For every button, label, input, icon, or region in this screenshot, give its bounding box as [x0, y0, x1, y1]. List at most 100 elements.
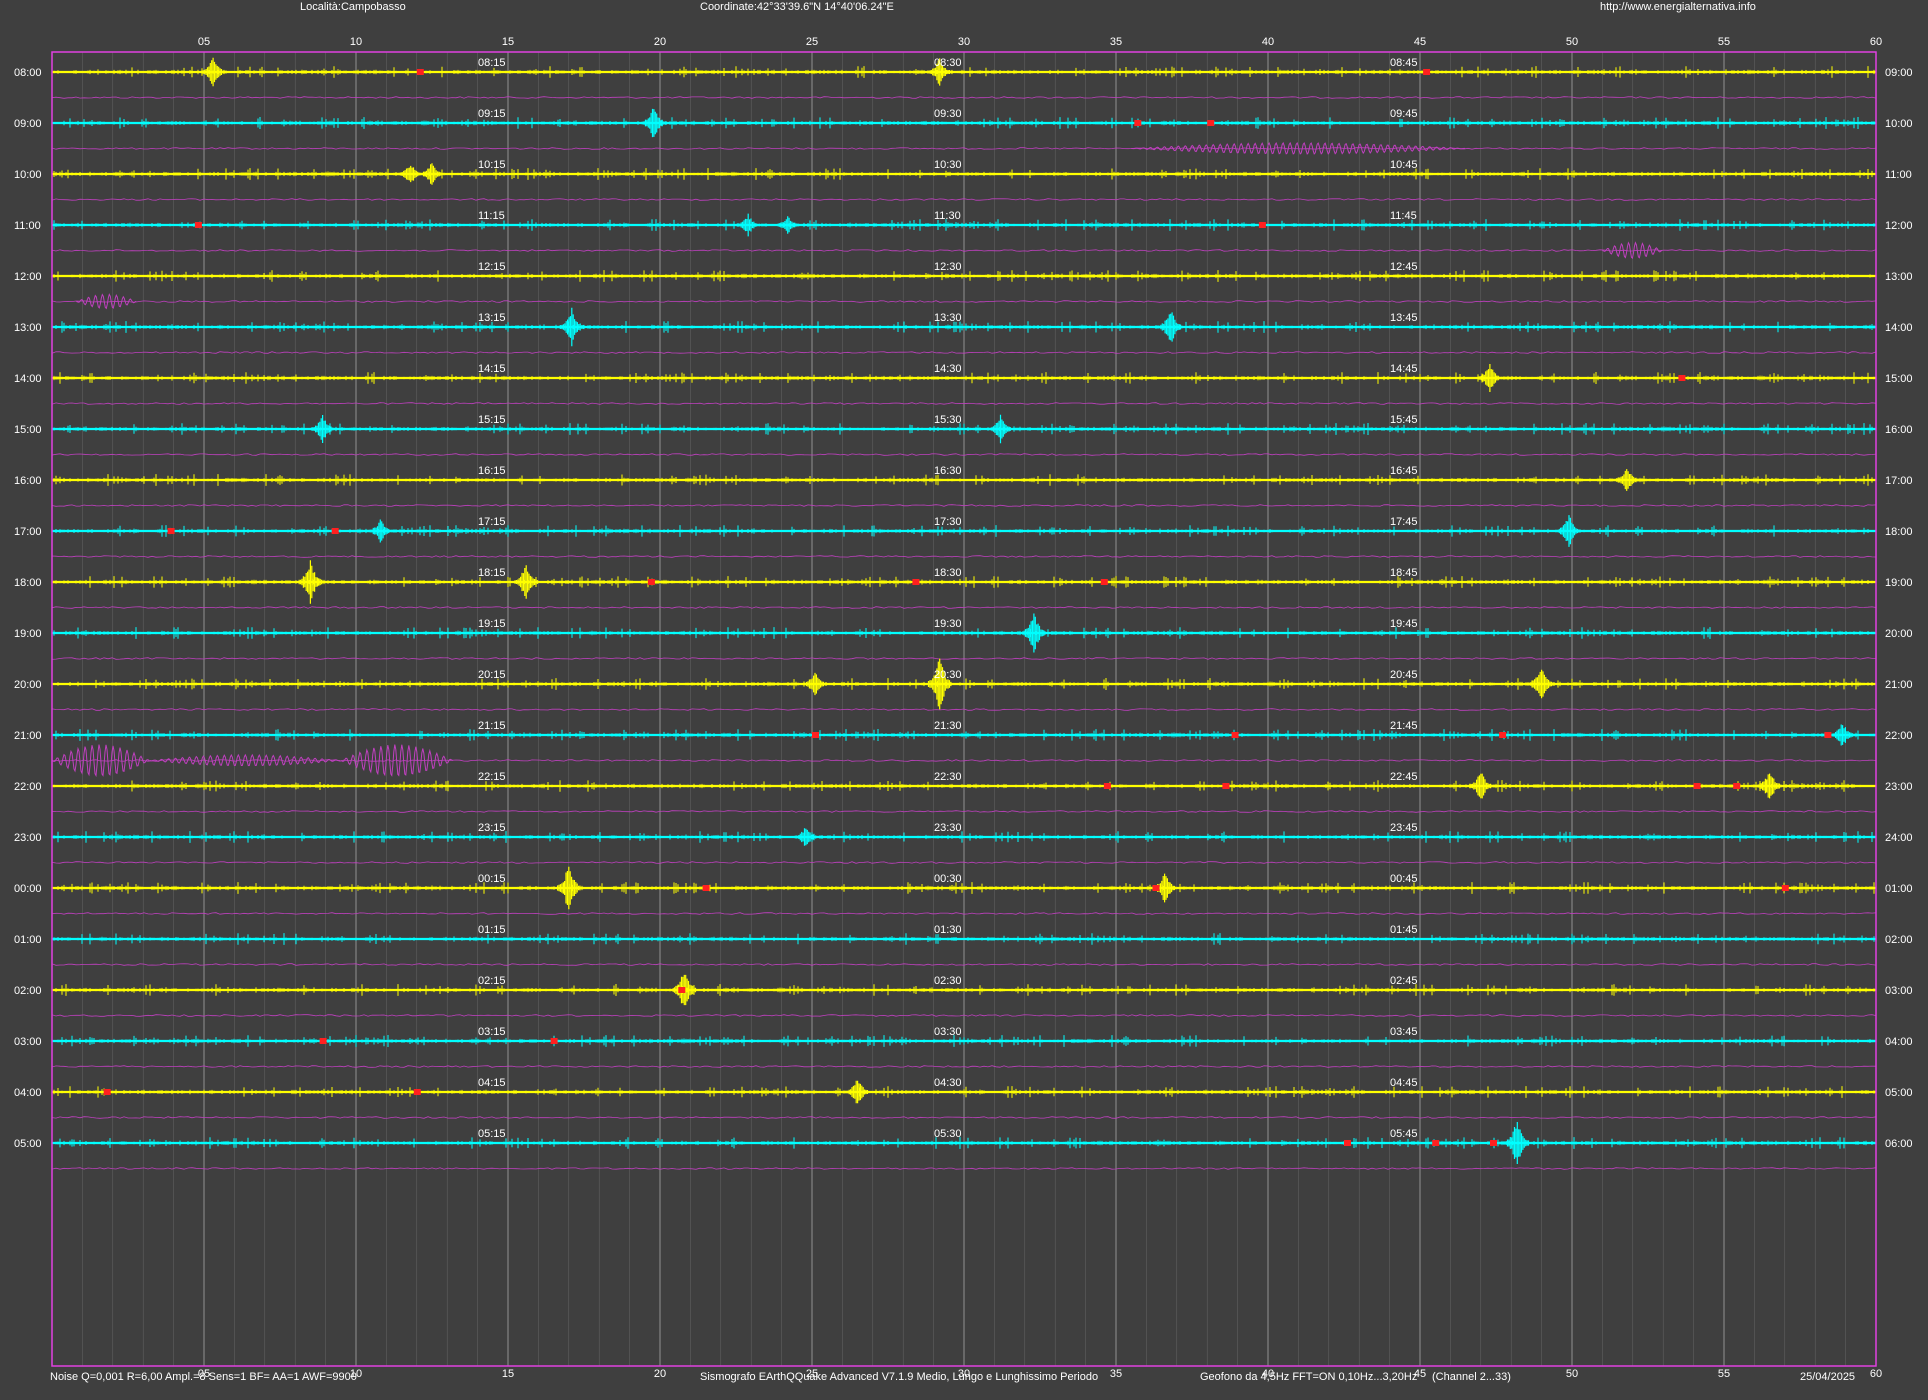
x-tick-label-top: 15 — [502, 36, 514, 48]
event-marker — [678, 987, 686, 993]
quarter-hour-label: 03:15 — [478, 1026, 506, 1038]
quarter-hour-label: 19:30 — [934, 618, 962, 630]
quarter-hour-label: 05:15 — [478, 1128, 506, 1140]
footer-bar: Noise Q=0,001 R=6,00 Ampl.=8 Sens=1 BF= … — [0, 1370, 1928, 1388]
x-tick-label-top: 50 — [1566, 36, 1578, 48]
trace-burst — [1478, 364, 1502, 392]
event-marker — [1152, 885, 1160, 891]
row-time-right: 03:00 — [1885, 985, 1913, 997]
trace-burst — [1158, 312, 1183, 342]
quarter-hour-label: 12:45 — [1390, 261, 1418, 273]
row-time-left: 00:00 — [14, 883, 42, 895]
event-marker — [1693, 783, 1701, 789]
quarter-hour-label: 02:45 — [1390, 975, 1418, 987]
quarter-hour-label: 20:30 — [934, 669, 962, 681]
trace-burst — [1757, 773, 1782, 799]
quarter-hour-label: 17:30 — [934, 516, 962, 528]
trace-burst — [201, 57, 225, 87]
row-time-right: 17:00 — [1885, 475, 1913, 487]
quarter-hour-label: 15:45 — [1390, 414, 1418, 426]
x-tick-label-top: 40 — [1262, 36, 1274, 48]
quarter-hour-label: 04:15 — [478, 1077, 506, 1089]
row-time-left: 14:00 — [14, 373, 42, 385]
quarter-hour-label: 17:15 — [478, 516, 506, 528]
row-time-left: 03:00 — [14, 1036, 42, 1048]
row-time-left: 04:00 — [14, 1087, 42, 1099]
quarter-hour-label: 23:30 — [934, 822, 962, 834]
quarter-hour-label: 12:15 — [478, 261, 506, 273]
quarter-hour-label: 15:15 — [478, 414, 506, 426]
quarter-hour-label: 15:30 — [934, 414, 962, 426]
event-marker — [1344, 1140, 1351, 1146]
row-time-right: 21:00 — [1885, 679, 1913, 691]
row-time-left: 18:00 — [14, 577, 42, 589]
trace-burst — [514, 565, 538, 599]
row-time-right: 04:00 — [1885, 1036, 1913, 1048]
quarter-hour-label: 14:45 — [1390, 363, 1418, 375]
quarter-hour-label: 04:30 — [934, 1077, 962, 1089]
row-time-right: 19:00 — [1885, 577, 1913, 589]
event-marker — [1499, 732, 1507, 738]
row-time-right: 18:00 — [1885, 526, 1913, 538]
event-marker — [702, 885, 710, 891]
trace-burst — [988, 414, 1013, 444]
trace-burst — [1529, 669, 1554, 699]
trace-burst — [560, 307, 584, 347]
event-marker — [1432, 1140, 1440, 1146]
trace-burst — [420, 163, 444, 185]
row-time-left: 22:00 — [14, 781, 42, 793]
trace-burst — [1505, 1122, 1530, 1164]
quarter-hour-label: 02:15 — [478, 975, 506, 987]
quarter-hour-label: 10:45 — [1390, 159, 1418, 171]
event-marker — [550, 1038, 558, 1044]
quarter-hour-label: 20:45 — [1390, 669, 1418, 681]
quarter-hour-label: 03:30 — [934, 1026, 962, 1038]
quarter-hour-label: 21:15 — [478, 720, 506, 732]
quarter-hour-label: 18:45 — [1390, 567, 1418, 579]
event-marker — [331, 528, 339, 534]
quarter-hour-label: 12:30 — [934, 261, 962, 273]
event-marker — [167, 528, 175, 534]
trace-burst — [794, 828, 818, 846]
quarter-hour-label: 04:45 — [1390, 1077, 1418, 1089]
quarter-hour-label: 16:45 — [1390, 465, 1418, 477]
quarter-hour-label: 13:30 — [934, 312, 962, 324]
row-time-right: 20:00 — [1885, 628, 1913, 640]
quarter-hour-label: 09:45 — [1390, 108, 1418, 120]
row-time-right: 06:00 — [1885, 1138, 1913, 1150]
event-marker — [1207, 120, 1215, 126]
row-time-right: 24:00 — [1885, 832, 1913, 844]
event-marker — [912, 579, 920, 585]
quarter-hour-label: 01:15 — [478, 924, 506, 936]
sensor-label: Geofono da 4,5Hz FFT=ON 0,10Hz...3,20Hz — [1200, 1371, 1418, 1383]
row-time-right: 13:00 — [1885, 271, 1913, 283]
trace-burst — [775, 216, 800, 234]
quarter-hour-label: 10:15 — [478, 159, 506, 171]
event-marker — [1222, 783, 1230, 789]
quarter-hour-label: 23:45 — [1390, 822, 1418, 834]
row-time-right: 09:00 — [1885, 67, 1913, 79]
quarter-hour-label: 05:45 — [1390, 1128, 1418, 1140]
quarter-hour-label: 08:15 — [478, 57, 506, 69]
x-tick-label-top: 30 — [958, 36, 970, 48]
row-time-left: 23:00 — [14, 832, 42, 844]
event-marker — [1678, 375, 1686, 381]
quarter-hour-label: 16:30 — [934, 465, 962, 477]
trace-burst — [298, 560, 323, 604]
quarter-hour-label: 09:15 — [478, 108, 506, 120]
row-time-left: 12:00 — [14, 271, 42, 283]
trace-burst — [736, 213, 760, 237]
quarter-hour-label: 20:15 — [478, 669, 506, 681]
quarter-hour-label: 22:45 — [1390, 771, 1418, 783]
row-time-left: 19:00 — [14, 628, 42, 640]
quarter-hour-label: 18:30 — [934, 567, 962, 579]
row-time-right: 14:00 — [1885, 322, 1913, 334]
quarter-hour-label: 03:45 — [1390, 1026, 1418, 1038]
row-time-left: 20:00 — [14, 679, 42, 691]
quarter-hour-label: 23:15 — [478, 822, 506, 834]
quarter-hour-label: 11:30 — [934, 210, 961, 222]
event-marker — [1423, 69, 1431, 75]
date-label: 25/04/2025 — [1800, 1371, 1856, 1383]
quarter-hour-label: 05:30 — [934, 1128, 962, 1140]
row-time-right: 10:00 — [1885, 118, 1913, 130]
